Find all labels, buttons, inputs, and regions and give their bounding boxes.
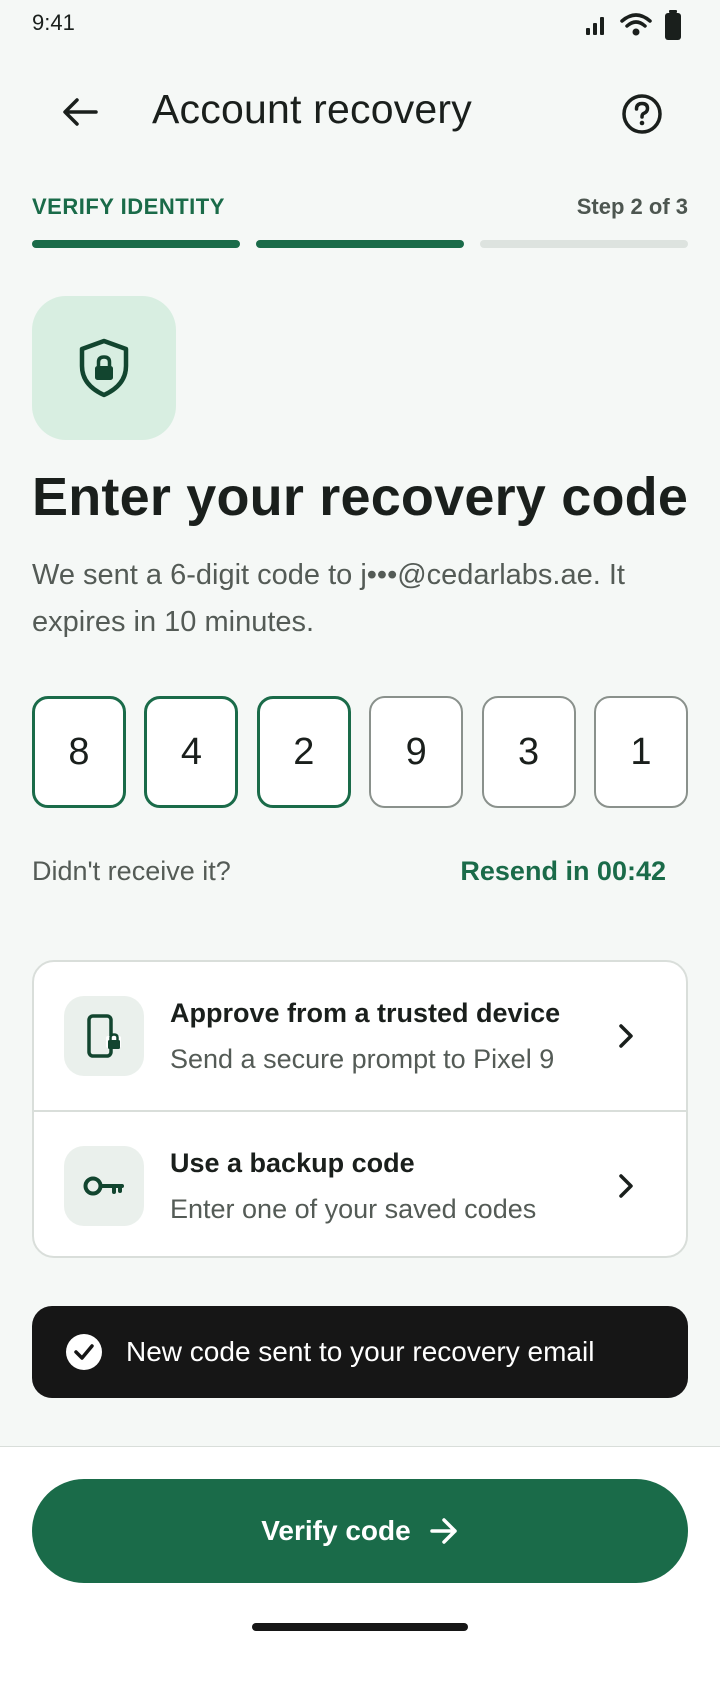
option-title: Use a backup code [170, 1148, 415, 1178]
otp-digit-4[interactable]: 9 [369, 696, 464, 808]
verify-button-label: Verify code [261, 1515, 411, 1546]
step-progress [32, 240, 688, 248]
headline: Enter your recovery code [32, 467, 689, 527]
description: We sent a 6-digit code to j•••@cedarlabs… [32, 559, 625, 638]
help-icon [622, 94, 662, 134]
snackbar: New code sent to your recovery email [32, 1306, 688, 1398]
otp-digit-1[interactable]: 8 [32, 696, 126, 808]
otp-digit-5[interactable]: 3 [481, 696, 576, 808]
option-trusted-device[interactable]: Approve from a trusted device Send a sec… [34, 962, 686, 1110]
app-bar: Account recovery [0, 70, 720, 154]
option-backup-code[interactable]: Use a backup code Enter one of your save… [34, 1110, 686, 1256]
step-label: VERIFY IDENTITY [32, 194, 225, 219]
otp-digit-3[interactable]: 2 [256, 696, 351, 808]
verify-code-button[interactable]: Verify code [32, 1479, 688, 1583]
stepper-header: VERIFY IDENTITY Step 2 of 3 [32, 194, 688, 224]
progress-segment-2 [256, 240, 464, 248]
step-count: Step 2 of 3 [576, 194, 688, 219]
wifi-icon [620, 13, 652, 36]
option-subtitle: Enter one of your saved codes [170, 1194, 537, 1224]
otp-digit-6[interactable]: 1 [593, 696, 688, 808]
otp-input-group: 8 4 2 9 3 1 [32, 696, 688, 808]
option-icon-container [64, 996, 144, 1076]
battery-icon [665, 10, 681, 40]
shield-badge [32, 296, 176, 440]
snackbar-message: New code sent to your recovery email [126, 1336, 595, 1367]
status-bar: 9:41 [0, 0, 720, 50]
alternative-options-card: Approve from a trusted device Send a sec… [32, 960, 688, 1258]
home-indicator [252, 1623, 468, 1631]
shield-lock-icon [79, 338, 129, 398]
resend-timer-link[interactable]: Resend in 00:42 [460, 856, 666, 887]
page-title: Account recovery [152, 86, 472, 132]
resend-row: Didn't receive it? Resend in 00:42 [32, 856, 666, 892]
phone-lock-icon [87, 1014, 121, 1058]
arrow-forward-icon [429, 1518, 457, 1544]
key-icon [83, 1176, 124, 1196]
arrow-back-icon [63, 98, 98, 126]
progress-segment-3 [480, 240, 688, 248]
bottom-action-bar: Verify code [0, 1446, 720, 1682]
help-button[interactable] [616, 88, 668, 140]
resend-prompt: Didn't receive it? [32, 856, 231, 886]
check-circle-icon [66, 1334, 102, 1370]
chevron-right-icon [612, 1018, 640, 1054]
chevron-right-icon [612, 1168, 640, 1204]
signal-icon [586, 17, 604, 35]
status-icons [584, 10, 682, 40]
otp-digit-2[interactable]: 4 [144, 696, 239, 808]
option-icon-container [64, 1146, 144, 1226]
option-title: Approve from a trusted device [170, 998, 561, 1028]
progress-segment-1 [32, 240, 240, 248]
status-time: 9:41 [32, 10, 75, 35]
option-subtitle: Send a secure prompt to Pixel 9 [170, 1044, 555, 1074]
back-button[interactable] [52, 88, 108, 136]
